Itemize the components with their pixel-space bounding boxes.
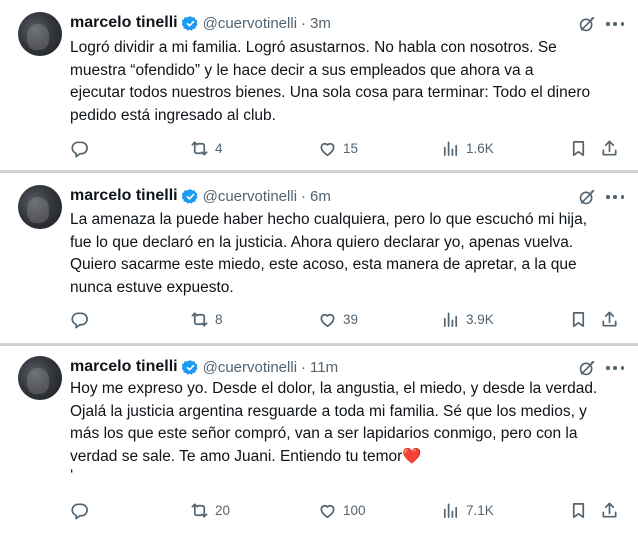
retweet-icon <box>191 502 208 518</box>
grok-icon[interactable] <box>578 359 596 377</box>
bookmark-button[interactable] <box>569 137 588 159</box>
share-icon <box>602 311 617 327</box>
views-button[interactable]: 1.6K <box>441 137 494 159</box>
views-icon <box>443 140 458 156</box>
tweet-text-line: ‘ <box>70 467 74 484</box>
tweet-2[interactable]: marcelo tinelli @cuervotinelli · 6m La a… <box>0 173 638 343</box>
tweet-header: marcelo tinelli @cuervotinelli · 11m <box>70 356 338 378</box>
tweet-text: La amenaza la puede haber hecho cualquie… <box>70 209 630 299</box>
tweet-3[interactable]: marcelo tinelli @cuervotinelli · 11m Hoy… <box>0 346 638 537</box>
author-handle[interactable]: @cuervotinelli <box>203 15 297 32</box>
share-icon <box>602 140 617 156</box>
timestamp[interactable]: 6m <box>310 188 331 205</box>
views-count: 3.9K <box>466 311 494 327</box>
verified-badge-icon <box>181 359 198 375</box>
grok-icon[interactable] <box>578 188 596 206</box>
like-icon <box>320 313 335 327</box>
like-button[interactable]: 100 <box>318 499 366 521</box>
retweet-button[interactable]: 8 <box>190 308 223 330</box>
share-button[interactable] <box>600 137 619 159</box>
action-bar: 8 39 3.9K <box>0 308 638 330</box>
tweet-1[interactable]: marcelo tinelli @cuervotinelli · 3m Logr… <box>0 0 638 170</box>
retweet-button[interactable]: 20 <box>190 499 230 521</box>
like-count: 39 <box>343 311 359 327</box>
tweet-text-fragment: verdad se sale. Te amo Juani. Entiendo t… <box>70 447 403 465</box>
views-count: 1.6K <box>466 140 494 156</box>
like-button[interactable]: 15 <box>318 137 358 159</box>
action-bar: 4 15 1.6K <box>0 137 638 159</box>
heart-emoji: ❤️ <box>402 447 422 465</box>
bookmark-icon <box>572 140 585 156</box>
tweet-text-line: verdad se sale. Te amo Juani. Entiendo t… <box>70 446 630 469</box>
views-button[interactable]: 3.9K <box>441 308 494 330</box>
reply-button[interactable] <box>70 499 95 521</box>
retweet-icon <box>191 140 208 156</box>
verified-badge-icon <box>181 15 198 31</box>
avatar[interactable] <box>18 185 62 229</box>
reply-icon <box>71 311 88 328</box>
retweet-icon <box>191 311 208 327</box>
timestamp[interactable]: 3m <box>310 15 331 32</box>
more-icon[interactable] <box>606 194 624 200</box>
avatar[interactable] <box>18 12 62 56</box>
reply-button[interactable] <box>70 308 95 330</box>
verified-badge-icon <box>181 188 198 204</box>
share-icon <box>602 502 617 518</box>
separator-dot: · <box>301 358 307 376</box>
share-button[interactable] <box>600 308 619 330</box>
like-icon <box>320 504 335 518</box>
like-button[interactable]: 39 <box>318 308 358 330</box>
bookmark-icon <box>572 311 585 327</box>
like-count: 100 <box>343 502 366 518</box>
tweet-text-line: fue lo que declaró en la justicia. Ahora… <box>70 233 574 251</box>
bookmark-button[interactable] <box>569 499 588 521</box>
retweet-count: 8 <box>215 311 223 327</box>
views-button[interactable]: 7.1K <box>441 499 494 521</box>
reply-icon <box>71 140 88 157</box>
retweet-button[interactable]: 4 <box>190 137 223 159</box>
tweet-text-line: muestra “ofendido” y le hace decir a sus… <box>70 61 534 79</box>
tweet-text-line: ejecutar todos nuestros bienes. Una sola… <box>70 84 591 101</box>
bookmark-button[interactable] <box>569 308 588 330</box>
timestamp[interactable]: 11m <box>310 359 338 376</box>
more-icon[interactable] <box>606 21 624 27</box>
views-icon <box>443 311 458 327</box>
tweet-text-line: Logró dividir a mi familia. Logró asusta… <box>70 39 557 56</box>
avatar[interactable] <box>18 356 62 400</box>
like-icon <box>320 142 335 156</box>
separator-dot: · <box>301 187 307 205</box>
tweet-text-line: Quiero sacarme este miedo, este acoso, e… <box>70 256 577 273</box>
tweet-text: Logró dividir a mi familia. Logró asusta… <box>70 37 630 127</box>
author-name[interactable]: marcelo tinelli <box>70 187 178 205</box>
like-count: 15 <box>343 140 359 156</box>
author-name[interactable]: marcelo tinelli <box>70 14 178 32</box>
retweet-count: 4 <box>215 140 223 156</box>
tweet-text-line: nunca estuve expuesto. <box>70 278 234 296</box>
views-icon <box>443 502 458 518</box>
grok-icon[interactable] <box>578 15 596 33</box>
tweet-text-line: Hoy me expreso yo. Desde el dolor, la an… <box>70 380 598 397</box>
author-handle[interactable]: @cuervotinelli <box>203 359 297 376</box>
reply-button[interactable] <box>70 137 95 159</box>
separator-dot: · <box>301 14 307 32</box>
views-count: 7.1K <box>466 502 494 518</box>
retweet-count: 20 <box>215 502 231 518</box>
action-bar: 20 100 7.1K <box>0 499 638 521</box>
reply-icon <box>71 502 88 519</box>
author-handle[interactable]: @cuervotinelli <box>203 188 297 205</box>
tweet-text-line: más los que este señor compró, van a ser… <box>70 425 578 442</box>
tweet-text-line: Ojalá la justicia argentina resguarde a … <box>70 402 587 420</box>
tweet-text-line: La amenaza la puede haber hecho cualquie… <box>70 211 588 228</box>
tweet-header: marcelo tinelli @cuervotinelli · 3m <box>70 12 331 34</box>
tweet-text: Hoy me expreso yo. Desde el dolor, la an… <box>70 378 630 484</box>
bookmark-icon <box>572 502 585 518</box>
author-name[interactable]: marcelo tinelli <box>70 358 178 376</box>
more-icon[interactable] <box>606 365 624 371</box>
share-button[interactable] <box>600 499 619 521</box>
tweet-text-line: pedido está ingresado al club. <box>70 106 276 124</box>
tweet-header: marcelo tinelli @cuervotinelli · 6m <box>70 185 331 207</box>
